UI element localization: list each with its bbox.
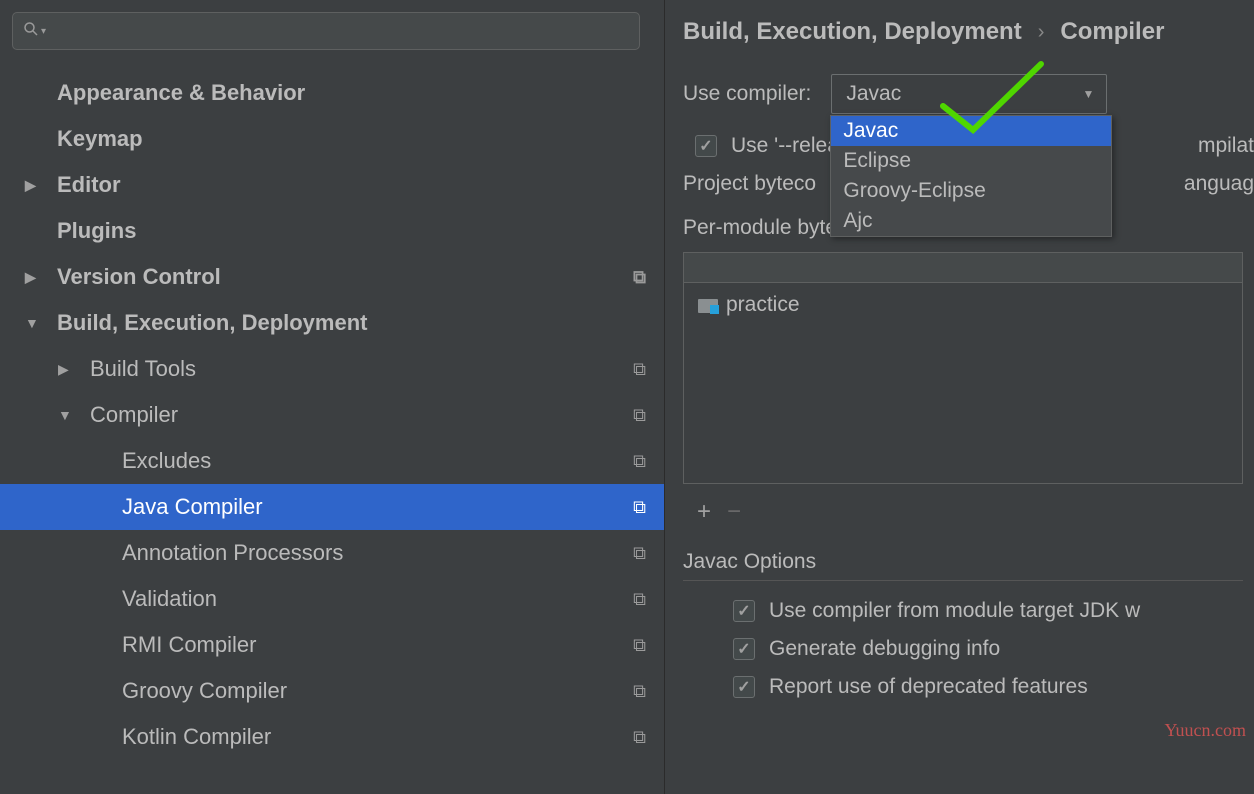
sidebar-item-groovy-compiler[interactable]: ▶Groovy Compiler⧉ [0,668,664,714]
sidebar-item-label: Plugins [57,218,664,244]
javac-option-row: Use compiler from module target JDK w [733,599,1254,623]
sidebar-item-label: Annotation Processors [122,540,633,566]
project-scope-icon: ⧉ [633,267,664,288]
settings-tree: ▶Appearance & Behavior▶Keymap▶Editor▶Plu… [0,62,664,760]
search-input[interactable]: ▾ [12,12,640,50]
sidebar-item-annotation-processors[interactable]: ▶Annotation Processors⧉ [0,530,664,576]
compiler-option-groovy-eclipse[interactable]: Groovy-Eclipse [831,176,1111,206]
chevron-right-icon: › [1038,21,1045,44]
project-scope-icon: ⧉ [633,727,664,748]
javac-options-title: Javac Options [683,550,1243,581]
chevron-down-icon: ▼ [58,407,90,423]
compiler-dropdown-value: Javac [846,82,901,106]
breadcrumb-segment[interactable]: Build, Execution, Deployment [683,18,1022,46]
chevron-right-icon: ▶ [58,361,90,378]
sidebar-item-rmi-compiler[interactable]: ▶RMI Compiler⧉ [0,622,664,668]
project-scope-icon: ⧉ [633,497,664,518]
javac-option-checkbox[interactable] [733,638,755,660]
project-scope-icon: ⧉ [633,359,664,380]
search-dropdown-arrow-icon: ▾ [41,26,46,37]
settings-main-panel: Build, Execution, Deployment › Compiler … [665,0,1254,794]
module-table-body: practice [684,283,1242,483]
use-compiler-row: Use compiler: Javac ▼ JavacEclipseGroovy… [683,74,1254,114]
module-bytecode-table: practice [683,252,1243,484]
module-table-header [684,253,1242,283]
javac-option-row: Generate debugging info [733,637,1254,661]
chevron-down-icon: ▼ [25,315,57,331]
compiler-dropdown[interactable]: Javac ▼ JavacEclipseGroovy-EclipseAjc [831,74,1107,114]
sidebar-item-label: Excludes [122,448,633,474]
module-table-toolbar: + − [683,492,1254,542]
project-scope-icon: ⧉ [633,681,664,702]
project-scope-icon: ⧉ [633,405,664,426]
sidebar-item-label: Version Control [57,264,633,290]
sidebar-item-compiler[interactable]: ▼Compiler⧉ [0,392,664,438]
javac-option-label: Report use of deprecated features [769,675,1088,699]
sidebar-item-label: Java Compiler [122,494,633,520]
javac-option-label: Generate debugging info [769,637,1000,661]
sidebar-item-label: Keymap [57,126,664,152]
sidebar-item-editor[interactable]: ▶Editor [0,162,664,208]
javac-options-section: Javac Options Use compiler from module t… [683,550,1254,699]
sidebar-item-plugins[interactable]: ▶Plugins [0,208,664,254]
release-checkbox[interactable] [695,135,717,157]
settings-sidebar: ▾ ▶Appearance & Behavior▶Keymap▶Editor▶P… [0,0,665,794]
sidebar-item-label: Compiler [90,402,633,428]
sidebar-item-keymap[interactable]: ▶Keymap [0,116,664,162]
sidebar-item-version-control[interactable]: ▶Version Control⧉ [0,254,664,300]
search-icon [23,21,39,42]
sidebar-item-label: Validation [122,586,633,612]
sidebar-item-label: RMI Compiler [122,632,633,658]
project-scope-icon: ⧉ [633,589,664,610]
project-scope-icon: ⧉ [633,543,664,564]
project-scope-icon: ⧉ [633,451,664,472]
sidebar-item-build-execution-deployment[interactable]: ▼Build, Execution, Deployment [0,300,664,346]
remove-button[interactable]: − [727,498,741,526]
module-name: practice [726,293,800,317]
sidebar-item-java-compiler[interactable]: ▶Java Compiler⧉ [0,484,664,530]
javac-option-row: Report use of deprecated features [733,675,1254,699]
javac-option-checkbox[interactable] [733,676,755,698]
chevron-down-icon: ▼ [1082,87,1094,101]
sidebar-item-label: Build, Execution, Deployment [57,310,664,336]
chevron-right-icon: ▶ [25,269,57,286]
release-label-prefix: Use '--relea [731,134,839,158]
project-scope-icon: ⧉ [633,635,664,656]
use-compiler-label: Use compiler: [683,82,811,106]
sidebar-item-label: Appearance & Behavior [57,80,664,106]
sidebar-item-excludes[interactable]: ▶Excludes⧉ [0,438,664,484]
project-bytecode-label: Project byteco [683,172,816,196]
sidebar-item-validation[interactable]: ▶Validation⧉ [0,576,664,622]
module-folder-icon [698,297,718,313]
compiler-option-javac[interactable]: Javac [831,116,1111,146]
sidebar-item-label: Editor [57,172,664,198]
chevron-right-icon: ▶ [25,177,57,194]
watermark-text: Yuucn.com [1165,720,1246,741]
sidebar-item-label: Build Tools [90,356,633,382]
add-button[interactable]: + [697,498,711,526]
sidebar-item-label: Kotlin Compiler [122,724,633,750]
sidebar-item-appearance-behavior[interactable]: ▶Appearance & Behavior [0,70,664,116]
sidebar-item-build-tools[interactable]: ▶Build Tools⧉ [0,346,664,392]
compiler-option-eclipse[interactable]: Eclipse [831,146,1111,176]
sidebar-item-kotlin-compiler[interactable]: ▶Kotlin Compiler⧉ [0,714,664,760]
compiler-dropdown-list: JavacEclipseGroovy-EclipseAjc [830,115,1112,237]
sidebar-item-label: Groovy Compiler [122,678,633,704]
breadcrumb: Build, Execution, Deployment › Compiler [683,18,1254,46]
search-container: ▾ [0,12,664,62]
table-row[interactable]: practice [698,293,1228,317]
compiler-option-ajc[interactable]: Ajc [831,206,1111,236]
breadcrumb-segment[interactable]: Compiler [1060,18,1164,46]
javac-option-label: Use compiler from module target JDK w [769,599,1140,623]
javac-option-checkbox[interactable] [733,600,755,622]
